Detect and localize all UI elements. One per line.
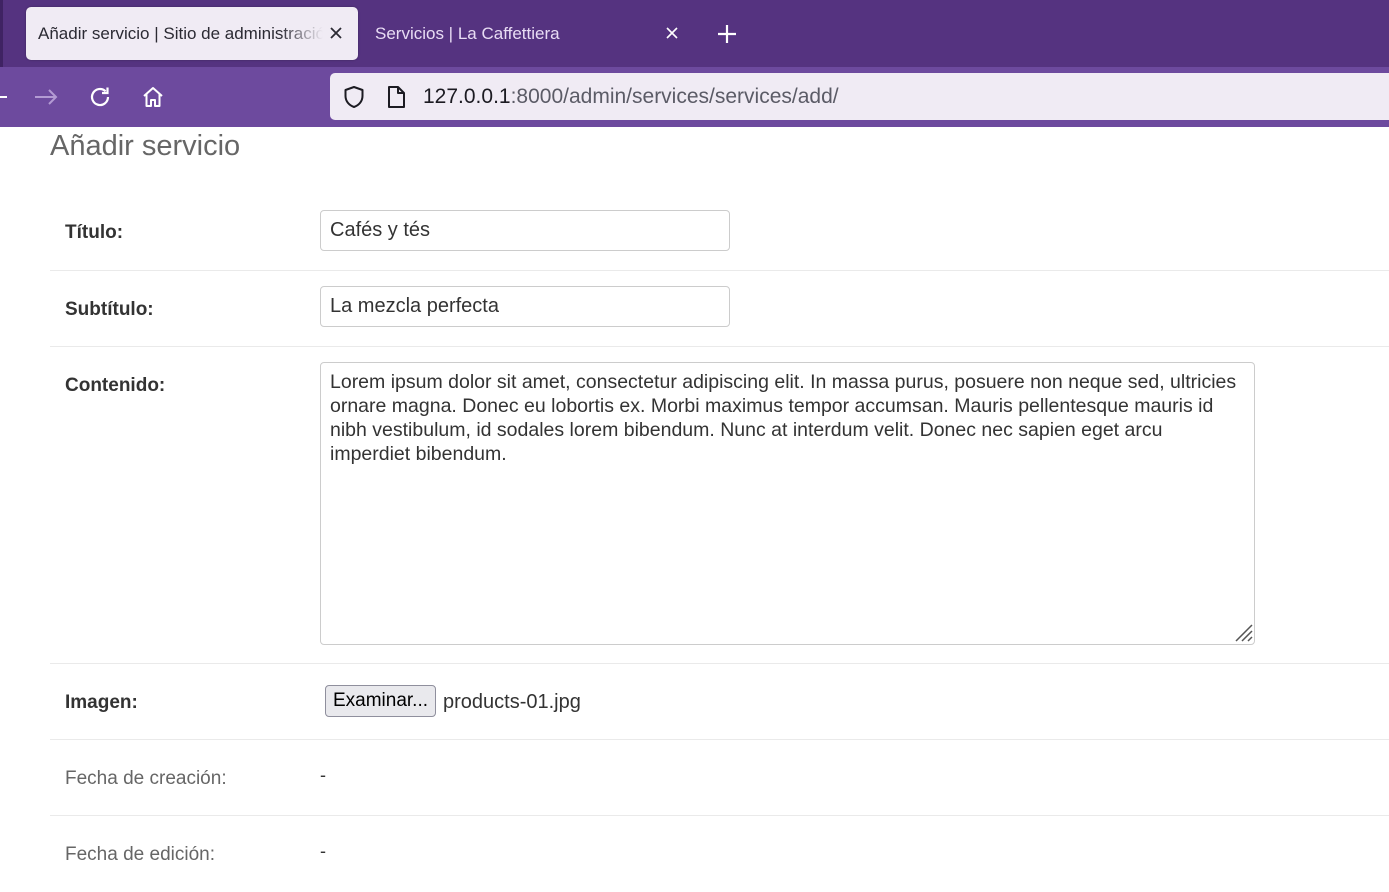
fecha-creacion-value: - xyxy=(320,765,326,785)
tab-title: Añadir servicio | Sitio de administració… xyxy=(38,24,323,43)
subtitulo-label: Subtítulo: xyxy=(65,299,154,320)
form-row-imagen: Imagen: Examinar... products-01.jpg xyxy=(50,664,1389,740)
close-icon[interactable] xyxy=(660,21,684,45)
file-name: products-01.jpg xyxy=(443,691,581,713)
form-row-fecha-edicion: Fecha de edición: - xyxy=(50,816,1389,892)
tab-bar: Añadir servicio | Sitio de administració… xyxy=(0,0,1389,67)
page-icon[interactable] xyxy=(383,84,409,110)
url-path: :8000/admin/services/services/add/ xyxy=(510,85,839,108)
fecha-edicion-value: - xyxy=(320,841,326,861)
nav-bar: 127.0.0.1:8000/admin/services/services/a… xyxy=(0,67,1389,127)
resize-grip-icon[interactable] xyxy=(1230,619,1254,643)
fecha-creacion-label: Fecha de creación: xyxy=(65,768,227,789)
home-icon[interactable] xyxy=(137,81,169,113)
form-row-fecha-creacion: Fecha de creación: - xyxy=(50,740,1389,816)
back-icon[interactable] xyxy=(0,81,14,113)
fecha-edicion-label: Fecha de edición: xyxy=(65,844,215,865)
tab-title: Servicios | La Caffettiera xyxy=(375,24,560,43)
url-bar[interactable]: 127.0.0.1:8000/admin/services/services/a… xyxy=(330,73,1389,120)
page-title: Añadir servicio xyxy=(50,130,241,162)
contenido-textarea[interactable]: Lorem ipsum dolor sit amet, consectetur … xyxy=(320,362,1255,645)
url-text[interactable]: 127.0.0.1:8000/admin/services/services/a… xyxy=(423,73,839,120)
forward-icon[interactable] xyxy=(30,81,62,113)
titulo-label: Título: xyxy=(65,222,124,243)
tab-anadir-servicio[interactable]: Añadir servicio | Sitio de administració… xyxy=(26,7,358,60)
titulo-input[interactable] xyxy=(320,210,730,251)
form-row-titulo: Título: xyxy=(50,193,1389,271)
tab-bar-edge xyxy=(0,0,3,67)
page-content: Añadir servicio Título: Subtítulo: Conte… xyxy=(0,127,1389,891)
imagen-label: Imagen: xyxy=(65,692,138,713)
browse-file-button[interactable]: Examinar... xyxy=(325,685,436,717)
form-row-contenido: Contenido: Lorem ipsum dolor sit amet, c… xyxy=(50,347,1389,664)
url-host: 127.0.0.1 xyxy=(423,85,511,108)
close-icon[interactable] xyxy=(324,21,348,45)
subtitulo-input[interactable] xyxy=(320,286,730,327)
plus-icon[interactable] xyxy=(712,20,742,48)
form-row-subtitulo: Subtítulo: xyxy=(50,271,1389,347)
tab-servicios[interactable]: Servicios | La Caffettiera xyxy=(362,7,690,60)
reload-icon[interactable] xyxy=(84,81,116,113)
shield-icon[interactable] xyxy=(341,84,367,110)
contenido-label: Contenido: xyxy=(65,375,166,396)
